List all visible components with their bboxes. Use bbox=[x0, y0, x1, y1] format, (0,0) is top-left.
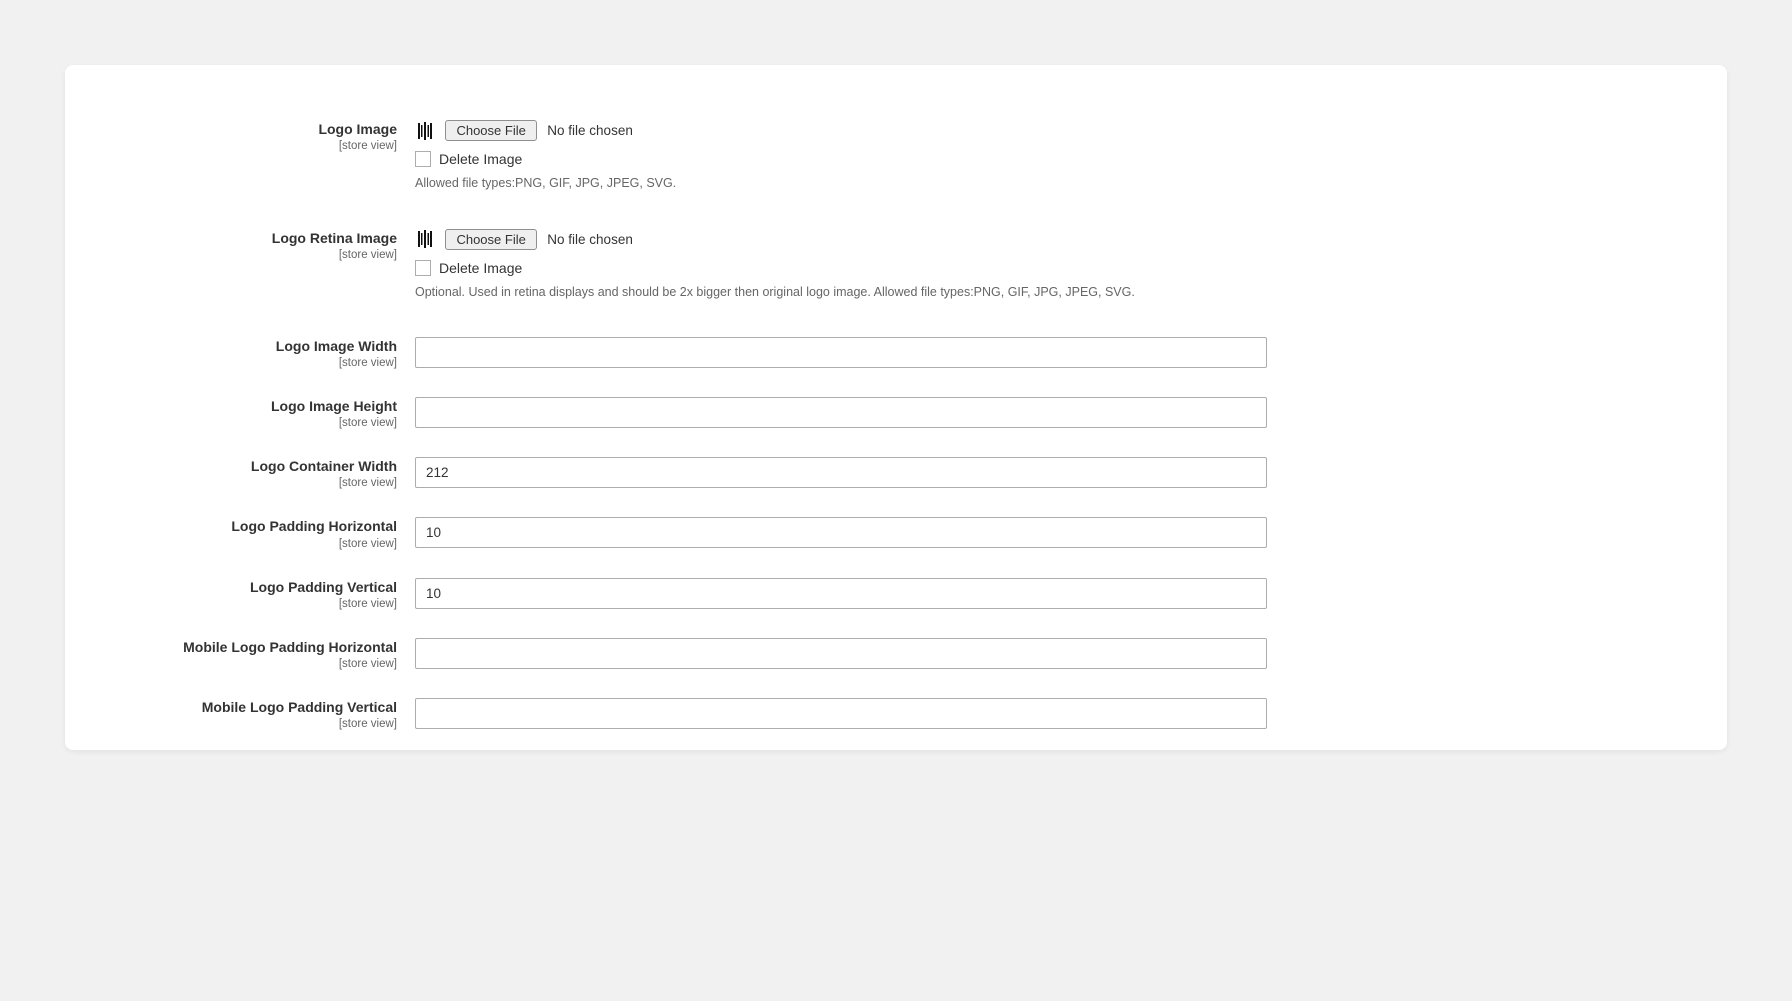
field-mobile-pad-h: Mobile Logo Padding Horizontal [store vi… bbox=[155, 638, 1637, 672]
settings-panel: Logo Image [store view] Choose File No f… bbox=[65, 65, 1727, 750]
label-col: Logo Container Width [store view] bbox=[155, 457, 415, 491]
field-label: Logo Image bbox=[155, 120, 397, 138]
choose-file-button[interactable]: Choose File bbox=[445, 120, 536, 141]
scope-label: [store view] bbox=[155, 139, 397, 154]
value-col bbox=[415, 517, 1267, 548]
delete-image-checkbox[interactable] bbox=[415, 260, 431, 276]
label-col: Mobile Logo Padding Vertical [store view… bbox=[155, 698, 415, 732]
field-label: Logo Image Width bbox=[155, 337, 397, 355]
value-col bbox=[415, 397, 1267, 428]
value-col bbox=[415, 457, 1267, 488]
field-label: Mobile Logo Padding Vertical bbox=[155, 698, 397, 716]
scope-label: [store view] bbox=[155, 416, 397, 431]
field-label: Logo Container Width bbox=[155, 457, 397, 475]
container-width-input[interactable] bbox=[415, 457, 1267, 488]
choose-file-button[interactable]: Choose File bbox=[445, 229, 536, 250]
mobile-pad-v-input[interactable] bbox=[415, 698, 1267, 729]
field-logo-width: Logo Image Width [store view] bbox=[155, 337, 1637, 371]
label-col: Logo Padding Horizontal [store view] bbox=[155, 517, 415, 551]
value-col bbox=[415, 638, 1267, 669]
file-status-text: No file chosen bbox=[547, 123, 633, 138]
field-label: Logo Padding Vertical bbox=[155, 578, 397, 596]
label-col: Logo Padding Vertical [store view] bbox=[155, 578, 415, 612]
field-container-width: Logo Container Width [store view] bbox=[155, 457, 1637, 491]
scope-label: [store view] bbox=[155, 657, 397, 672]
field-label: Mobile Logo Padding Horizontal bbox=[155, 638, 397, 656]
label-col: Logo Image [store view] bbox=[155, 120, 415, 154]
delete-image-label[interactable]: Delete Image bbox=[439, 260, 522, 276]
scope-label: [store view] bbox=[155, 597, 397, 612]
logo-thumbnail-icon bbox=[415, 121, 435, 141]
field-note: Allowed file types:PNG, GIF, JPG, JPEG, … bbox=[415, 175, 1267, 193]
scope-label: [store view] bbox=[155, 717, 397, 732]
pad-h-input[interactable] bbox=[415, 517, 1267, 548]
value-col: Choose File No file chosen Delete Image … bbox=[415, 229, 1267, 302]
scope-label: [store view] bbox=[155, 356, 397, 371]
value-col bbox=[415, 578, 1267, 609]
file-status-text: No file chosen bbox=[547, 232, 633, 247]
scope-label: [store view] bbox=[155, 537, 397, 552]
value-col bbox=[415, 337, 1267, 368]
delete-image-label[interactable]: Delete Image bbox=[439, 151, 522, 167]
scope-label: [store view] bbox=[155, 248, 397, 263]
field-label: Logo Image Height bbox=[155, 397, 397, 415]
logo-height-input[interactable] bbox=[415, 397, 1267, 428]
value-col bbox=[415, 698, 1267, 729]
field-label: Logo Retina Image bbox=[155, 229, 397, 247]
field-logo-height: Logo Image Height [store view] bbox=[155, 397, 1637, 431]
pad-v-input[interactable] bbox=[415, 578, 1267, 609]
label-col: Logo Image Height [store view] bbox=[155, 397, 415, 431]
field-pad-h: Logo Padding Horizontal [store view] bbox=[155, 517, 1637, 551]
field-logo-image: Logo Image [store view] Choose File No f… bbox=[155, 120, 1637, 193]
scope-label: [store view] bbox=[155, 476, 397, 491]
label-col: Mobile Logo Padding Horizontal [store vi… bbox=[155, 638, 415, 672]
delete-image-checkbox[interactable] bbox=[415, 151, 431, 167]
mobile-pad-h-input[interactable] bbox=[415, 638, 1267, 669]
field-mobile-pad-v: Mobile Logo Padding Vertical [store view… bbox=[155, 698, 1637, 732]
label-col: Logo Image Width [store view] bbox=[155, 337, 415, 371]
field-note: Optional. Used in retina displays and sh… bbox=[415, 284, 1267, 302]
field-pad-v: Logo Padding Vertical [store view] bbox=[155, 578, 1637, 612]
label-col: Logo Retina Image [store view] bbox=[155, 229, 415, 263]
logo-thumbnail-icon bbox=[415, 229, 435, 249]
field-label: Logo Padding Horizontal bbox=[155, 517, 397, 535]
field-logo-retina: Logo Retina Image [store view] Choose Fi… bbox=[155, 229, 1637, 302]
logo-width-input[interactable] bbox=[415, 337, 1267, 368]
value-col: Choose File No file chosen Delete Image … bbox=[415, 120, 1267, 193]
